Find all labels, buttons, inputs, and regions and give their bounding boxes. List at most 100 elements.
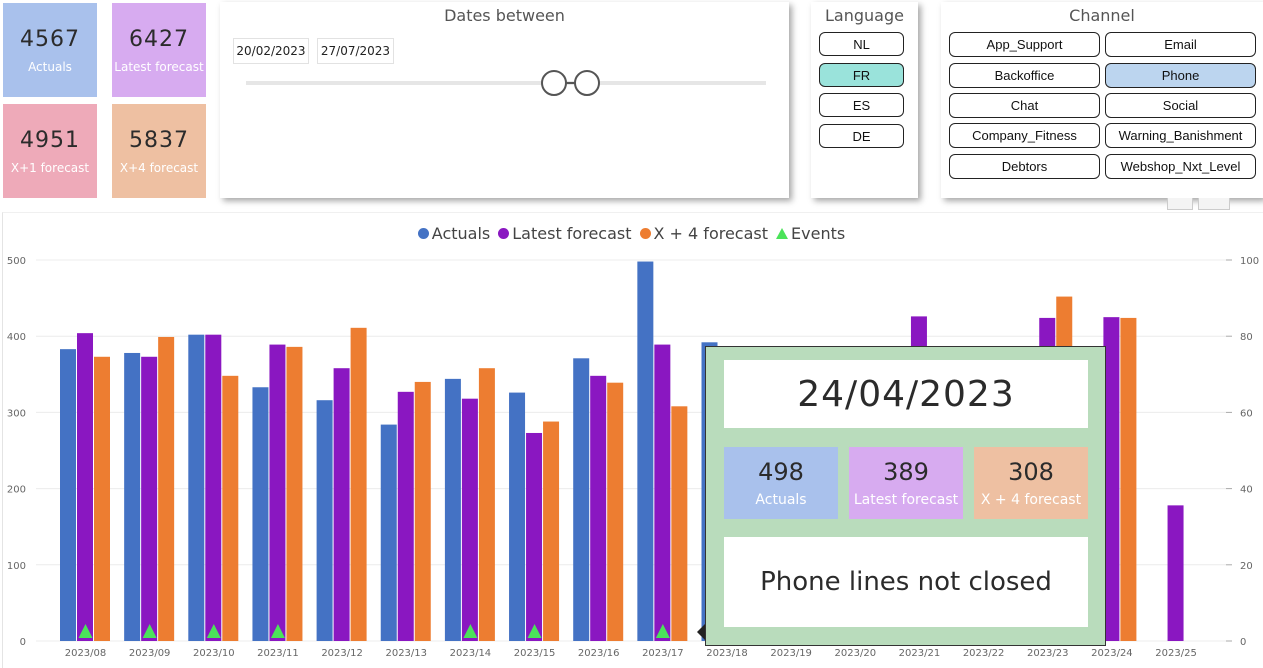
bar-x4-forecast xyxy=(478,368,495,641)
tooltip-value: 498 xyxy=(758,458,804,486)
language-slicer: Language NL FR ES DE xyxy=(811,2,918,198)
dates-slicer: Dates between 20/02/2023 27/07/2023 xyxy=(220,2,789,198)
actuals-swatch-icon xyxy=(417,228,429,239)
x-tick-label: 2023/09 xyxy=(129,648,171,659)
bar-actuals xyxy=(637,261,654,641)
bar-x4-forecast xyxy=(543,421,560,641)
end-date-input[interactable]: 27/07/2023 xyxy=(317,38,394,64)
kpi-value: 5837 xyxy=(129,127,189,153)
legend-events[interactable]: Events xyxy=(776,224,845,243)
x-tick-label: 2023/11 xyxy=(257,648,299,659)
bar-actuals xyxy=(380,424,397,641)
bar-x4-forecast xyxy=(350,327,367,641)
channel-option-warning-banishment[interactable]: Warning_Banishment xyxy=(1105,123,1256,148)
tooltip-value: 308 xyxy=(1008,458,1054,486)
bar-actuals xyxy=(124,352,141,641)
start-date-input[interactable]: 20/02/2023 xyxy=(233,38,309,64)
bar-x4-forecast xyxy=(222,375,239,641)
channel-option-social[interactable]: Social xyxy=(1105,93,1256,118)
y2-tick-label: 0 xyxy=(1240,637,1246,648)
x-tick-label: 2023/10 xyxy=(193,648,235,659)
bar-latest-forecast xyxy=(205,334,222,641)
legend-label: Events xyxy=(791,224,846,243)
bar-latest-forecast xyxy=(1167,505,1184,641)
bar-actuals xyxy=(60,349,76,641)
legend-latest-forecast[interactable]: Latest forecast xyxy=(498,224,632,243)
bar-x4-forecast xyxy=(607,382,624,641)
language-option-de[interactable]: DE xyxy=(819,124,904,148)
language-option-es[interactable]: ES xyxy=(819,93,904,117)
y-tick-label: 100 xyxy=(7,561,26,572)
bar-latest-forecast xyxy=(333,368,350,641)
focus-mode-icon[interactable] xyxy=(1198,198,1230,210)
language-slicer-title: Language xyxy=(825,6,904,25)
bar-latest-forecast xyxy=(590,375,607,641)
bar-actuals xyxy=(573,358,590,641)
date-range-track[interactable] xyxy=(246,81,766,85)
x-tick-label: 2023/22 xyxy=(963,648,1005,659)
tooltip-label: X + 4 forecast xyxy=(980,492,1082,508)
channel-option-phone[interactable]: Phone xyxy=(1105,63,1256,88)
bar-latest-forecast xyxy=(269,344,286,641)
bar-x4-forecast xyxy=(158,336,175,641)
kpi-x1-forecast: 4951 X+1 forecast xyxy=(3,104,97,198)
channel-option-webshop-nxt-level[interactable]: Webshop_Nxt_Level xyxy=(1105,154,1256,179)
bar-latest-forecast xyxy=(397,391,414,641)
channel-option-app-support[interactable]: App_Support xyxy=(949,32,1100,57)
tooltip-date: 24/04/2023 xyxy=(724,360,1088,428)
y2-tick-label: 60 xyxy=(1240,408,1253,419)
bar-x4-forecast xyxy=(94,356,110,641)
channel-option-company-fitness[interactable]: Company_Fitness xyxy=(949,123,1100,148)
x-tick-label: 2023/19 xyxy=(770,648,812,659)
tooltip-latest-forecast: 389 Latest forecast xyxy=(849,447,963,519)
kpi-label: X+4 forecast xyxy=(119,160,199,175)
x-tick-label: 2023/16 xyxy=(578,648,620,659)
tooltip-label: Latest forecast xyxy=(853,492,959,508)
kpi-value: 6427 xyxy=(129,26,189,52)
y-tick-label: 0 xyxy=(20,637,26,648)
filter-icon[interactable] xyxy=(1167,198,1193,210)
range-end-handle[interactable] xyxy=(574,70,600,96)
kpi-label: Actuals xyxy=(28,59,72,74)
legend-x4-forecast[interactable]: X + 4 forecast xyxy=(639,224,769,243)
bar-x4-forecast xyxy=(414,381,431,641)
x-tick-label: 2023/15 xyxy=(514,648,556,659)
channel-option-email[interactable]: Email xyxy=(1105,32,1256,57)
dates-slicer-title: Dates between xyxy=(444,6,565,25)
channel-option-chat[interactable]: Chat xyxy=(949,93,1100,118)
language-option-fr[interactable]: FR xyxy=(819,63,904,87)
x-tick-label: 2023/08 xyxy=(65,648,107,659)
kpi-label: Latest forecast xyxy=(114,59,204,74)
channel-slicer: Channel App_Support Email Backoffice Pho… xyxy=(941,2,1263,198)
x-tick-label: 2023/18 xyxy=(706,648,748,659)
tooltip-actuals: 498 Actuals xyxy=(724,447,838,519)
range-start-handle[interactable] xyxy=(541,70,567,96)
tooltip: 24/04/2023 498 Actuals 389 Latest foreca… xyxy=(705,346,1106,646)
y-tick-label: 300 xyxy=(7,408,26,419)
kpi-latest-forecast: 6427 Latest forecast xyxy=(112,3,206,97)
x-tick-label: 2023/21 xyxy=(899,648,941,659)
bar-x4-forecast xyxy=(286,346,303,641)
chart-legend: Actuals Latest forecast X + 4 forecast E… xyxy=(0,224,1263,243)
language-option-nl[interactable]: NL xyxy=(819,32,904,56)
kpi-value: 4567 xyxy=(20,26,80,52)
events-triangle-icon xyxy=(776,228,789,239)
kpi-x4-forecast: 5837 X+4 forecast xyxy=(112,104,206,198)
channel-slicer-title: Channel xyxy=(1069,6,1135,25)
bar-x4-forecast xyxy=(671,406,688,641)
x-tick-label: 2023/14 xyxy=(450,648,492,659)
x-tick-label: 2023/23 xyxy=(1027,648,1069,659)
channel-option-debtors[interactable]: Debtors xyxy=(949,154,1100,179)
tooltip-label: Actuals xyxy=(755,492,807,508)
bar-actuals xyxy=(444,378,461,641)
kpi-actuals: 4567 Actuals xyxy=(3,3,97,97)
bar-x4-forecast xyxy=(1120,317,1137,641)
legend-actuals[interactable]: Actuals xyxy=(417,224,490,243)
channel-option-backoffice[interactable]: Backoffice xyxy=(949,63,1100,88)
legend-label: X + 4 forecast xyxy=(653,224,769,243)
bar-actuals xyxy=(188,334,205,641)
y-tick-label: 400 xyxy=(7,332,26,343)
x-tick-label: 2023/12 xyxy=(321,648,363,659)
y2-tick-label: 40 xyxy=(1240,485,1253,496)
legend-label: Latest forecast xyxy=(512,224,632,243)
